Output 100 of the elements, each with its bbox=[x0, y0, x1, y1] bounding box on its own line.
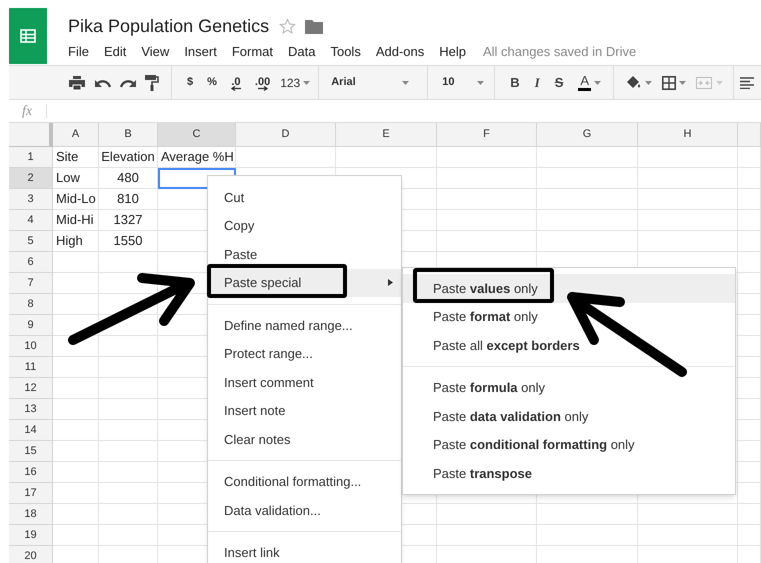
paint-roller-icon[interactable] bbox=[145, 74, 159, 90]
menu-item[interactable]: Paste all except borders bbox=[403, 331, 735, 360]
print-icon[interactable] bbox=[69, 76, 85, 90]
font-size-dropdown[interactable]: 10 bbox=[428, 74, 494, 91]
column-header[interactable]: H bbox=[638, 123, 738, 147]
number-format-dropdown[interactable]: 123 bbox=[280, 74, 310, 92]
column-header[interactable]: D bbox=[236, 123, 336, 147]
row-header[interactable]: 13 bbox=[9, 399, 53, 420]
menu-item[interactable]: Insert comment bbox=[208, 368, 401, 396]
column-header[interactable]: E bbox=[336, 123, 437, 147]
menu-item[interactable]: Conditional formatting... bbox=[208, 468, 401, 496]
row-header[interactable]: 12 bbox=[9, 378, 53, 399]
bold-button[interactable]: B bbox=[510, 72, 520, 92]
table-cell bbox=[53, 378, 99, 399]
menu-item[interactable]: File bbox=[68, 42, 89, 62]
table-cell bbox=[53, 336, 99, 357]
save-status: All changes saved in Drive bbox=[483, 43, 636, 61]
row-header[interactable]: 2 bbox=[9, 168, 53, 189]
borders-icon[interactable] bbox=[662, 76, 676, 90]
row-header[interactable]: 9 bbox=[9, 315, 53, 336]
row-header[interactable]: 6 bbox=[9, 252, 53, 273]
table-cell: 480 bbox=[99, 168, 158, 189]
table-cell bbox=[738, 420, 761, 441]
caret-icon bbox=[402, 80, 410, 84]
row-header[interactable]: 4 bbox=[9, 210, 53, 231]
row-header[interactable]: 17 bbox=[9, 483, 53, 504]
number-format-button[interactable]: % bbox=[207, 74, 217, 91]
row-header[interactable]: 11 bbox=[9, 357, 53, 378]
table-cell bbox=[738, 147, 761, 168]
number-format-button[interactable]: .0 bbox=[230, 74, 241, 92]
row-header[interactable]: 14 bbox=[9, 420, 53, 441]
number-format-button[interactable]: .00 bbox=[254, 74, 270, 92]
menu-item[interactable]: View bbox=[141, 42, 170, 62]
column-header[interactable]: G bbox=[537, 123, 638, 147]
text-color-button[interactable]: A bbox=[578, 74, 592, 91]
menu-item[interactable]: Help bbox=[439, 42, 466, 62]
table-cell bbox=[99, 273, 158, 294]
menu-item[interactable]: Copy bbox=[208, 212, 401, 240]
column-header[interactable]: F bbox=[437, 123, 537, 147]
menu-item[interactable]: Paste conditional formatting only bbox=[403, 430, 735, 459]
row-header[interactable]: 10 bbox=[9, 336, 53, 357]
strikethrough-button[interactable]: S bbox=[554, 72, 564, 92]
row-header[interactable]: 19 bbox=[9, 525, 53, 546]
menu-item[interactable]: Define named range... bbox=[208, 311, 401, 340]
menu-item[interactable]: Paste formula only bbox=[403, 374, 735, 402]
row-header[interactable]: 16 bbox=[9, 462, 53, 483]
table-cell bbox=[738, 483, 761, 504]
table-cell bbox=[738, 168, 761, 189]
table-cell: 1550 bbox=[99, 231, 158, 252]
caret-icon[interactable] bbox=[679, 80, 686, 84]
row-header[interactable]: 8 bbox=[9, 294, 53, 315]
menu-item[interactable]: Insert bbox=[184, 42, 217, 62]
table-cell bbox=[53, 315, 99, 336]
menu-item[interactable]: Insert note bbox=[208, 396, 401, 425]
row-header[interactable]: 15 bbox=[9, 441, 53, 462]
menu-item[interactable]: Add-ons bbox=[376, 42, 424, 62]
menu-item[interactable]: Format bbox=[232, 42, 273, 62]
menu-item[interactable]: Paste format only bbox=[403, 302, 735, 331]
menu-item[interactable]: Paste bbox=[208, 240, 401, 268]
table-cell bbox=[53, 399, 99, 420]
menu-item[interactable]: Edit bbox=[104, 42, 126, 62]
merge-cells-icon[interactable] bbox=[696, 76, 712, 88]
row-header[interactable]: 20 bbox=[9, 546, 53, 563]
table-cell: Mid-Hi bbox=[53, 210, 99, 231]
caret-icon bbox=[303, 80, 310, 84]
row-header[interactable]: 7 bbox=[9, 273, 53, 294]
caret-icon[interactable] bbox=[594, 80, 602, 84]
menu-item[interactable]: Paste data validation only bbox=[403, 402, 735, 430]
table-cell bbox=[738, 441, 761, 462]
folder-icon[interactable] bbox=[305, 18, 324, 34]
row-header[interactable]: 18 bbox=[9, 504, 53, 525]
row-header[interactable]: 5 bbox=[9, 231, 53, 252]
document-title[interactable]: Pika Population Genetics bbox=[68, 12, 270, 40]
menu-item[interactable]: Insert link bbox=[208, 538, 401, 563]
menu-item[interactable]: Tools bbox=[330, 42, 361, 62]
menu-item[interactable]: Data validation... bbox=[208, 496, 401, 524]
column-header[interactable]: B bbox=[99, 123, 158, 147]
menu-item[interactable]: Clear notes bbox=[208, 425, 401, 454]
undo-icon[interactable] bbox=[95, 78, 111, 88]
menu-item[interactable]: Paste transpose bbox=[403, 459, 735, 488]
column-header[interactable]: A bbox=[53, 123, 99, 147]
table-cell bbox=[53, 273, 99, 294]
row-header[interactable]: 3 bbox=[9, 189, 53, 210]
font-dropdown[interactable]: Arial bbox=[319, 74, 416, 91]
column-header[interactable]: C bbox=[158, 123, 236, 147]
table-cell: Average %H bbox=[158, 147, 236, 168]
menu-item[interactable]: Data bbox=[288, 42, 316, 62]
star-icon[interactable] bbox=[279, 18, 296, 34]
sheets-logo[interactable] bbox=[9, 8, 47, 64]
align-icon[interactable] bbox=[740, 76, 754, 88]
table-cell bbox=[738, 210, 761, 231]
redo-icon[interactable] bbox=[120, 78, 136, 88]
caret-icon bbox=[477, 80, 484, 84]
function-label: fx bbox=[22, 102, 32, 120]
menu-item[interactable]: Protect range... bbox=[208, 340, 401, 368]
italic-button[interactable]: I bbox=[534, 72, 540, 92]
menu-item[interactable]: Cut bbox=[208, 183, 401, 212]
number-format-button[interactable]: $ bbox=[187, 74, 194, 91]
caret-icon[interactable] bbox=[645, 80, 652, 84]
row-header[interactable]: 1 bbox=[9, 147, 53, 168]
